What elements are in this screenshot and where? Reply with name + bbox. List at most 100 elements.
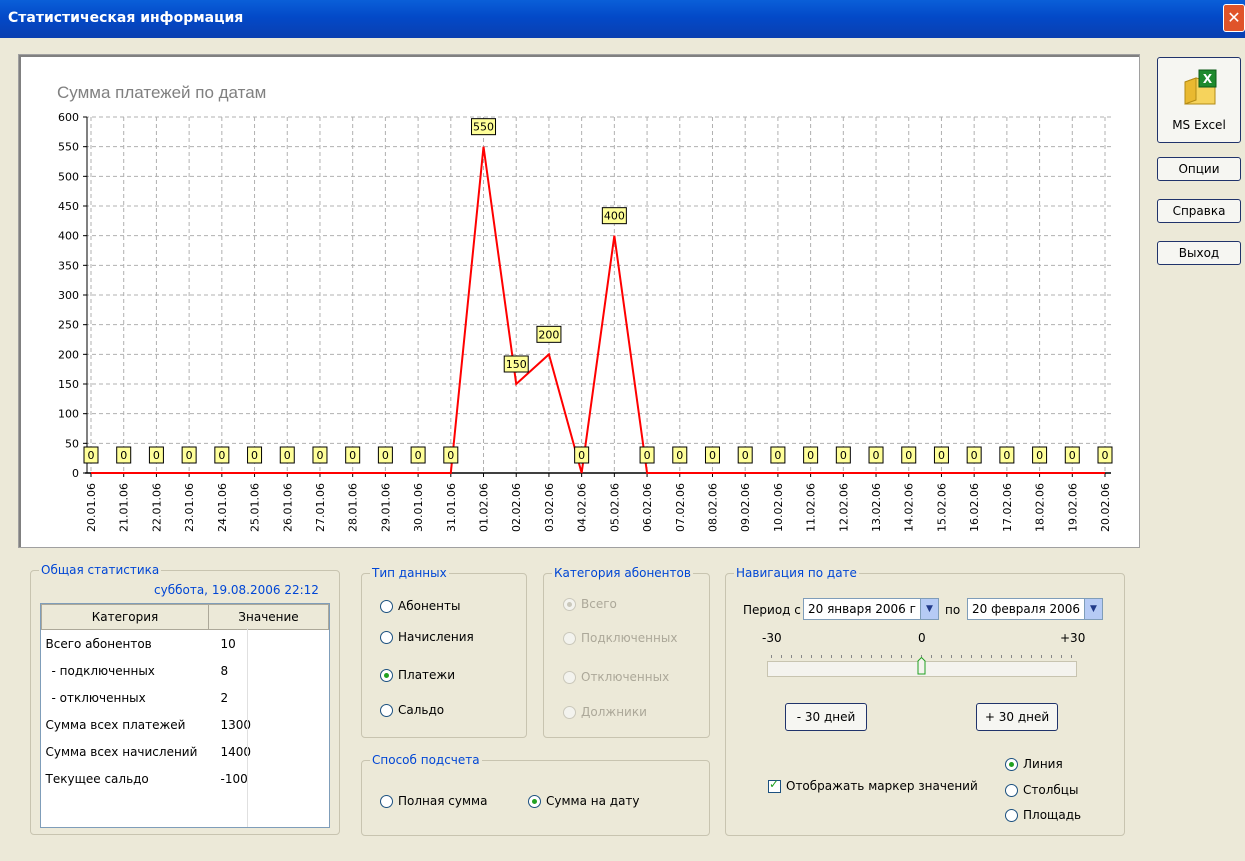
svg-text:X: X — [1203, 72, 1213, 86]
x-tick-label: 05.02.06 — [608, 483, 621, 532]
data-label: 0 — [186, 449, 193, 462]
table-row[interactable]: Сумма всех начислений 1400 — [42, 738, 329, 765]
general-stats-title: Общая статистика — [39, 563, 162, 577]
data-label: 0 — [1003, 449, 1010, 462]
data-label: 0 — [774, 449, 781, 462]
show-marker-label: Отображать маркер значений — [786, 779, 978, 793]
table-row[interactable]: Всего абонентов 10 — [42, 630, 329, 658]
slider-tick — [1061, 655, 1062, 658]
radio-sum-on-date[interactable]: Сумма на дату — [528, 794, 640, 808]
x-tick-label: 20.01.06 — [85, 483, 98, 532]
radio-icon — [380, 703, 393, 717]
radio-balance[interactable]: Сальдо — [380, 703, 444, 717]
radio-connected[interactable]: Подключенных — [563, 631, 677, 645]
chevron-down-icon[interactable]: ▼ — [920, 599, 938, 619]
radio-view-area[interactable]: Площадь — [1005, 808, 1081, 822]
radio-charges[interactable]: Начисления — [380, 630, 474, 644]
y-tick-label: 350 — [58, 259, 79, 272]
radio-icon — [380, 630, 393, 644]
radio-debtors[interactable]: Должники — [563, 705, 647, 719]
radio-view-line[interactable]: Линия — [1005, 757, 1063, 771]
exit-button[interactable]: Выход — [1157, 241, 1241, 265]
x-tick-label: 11.02.06 — [805, 483, 818, 532]
radio-disconnected[interactable]: Отключенных — [563, 670, 669, 684]
x-tick-label: 16.02.06 — [968, 483, 981, 532]
slider-tick — [901, 655, 902, 658]
chart-title: Сумма платежей по датам — [57, 83, 266, 102]
slider-tick — [1001, 655, 1002, 658]
table-row[interactable]: - подключенных 8 — [42, 657, 329, 684]
col-header-value[interactable]: Значение — [208, 604, 329, 630]
help-button[interactable]: Справка — [1157, 199, 1241, 223]
x-tick-label: 17.02.06 — [1001, 483, 1014, 532]
slider-tick — [911, 655, 912, 658]
row-label: - отключенных — [51, 690, 146, 705]
x-tick-label: 01.02.06 — [478, 483, 491, 532]
date-nav-title: Навигация по дате — [734, 566, 859, 580]
x-tick-label: 25.01.06 — [249, 483, 262, 532]
row-value: 8 — [220, 663, 229, 678]
excel-icon: X — [1184, 69, 1217, 105]
radio-label: Столбцы — [1023, 783, 1079, 797]
x-tick-label: 30.01.06 — [412, 483, 425, 532]
date-from-picker[interactable]: 20 января 2006 г ▼ — [803, 598, 939, 620]
x-tick-label: 24.01.06 — [216, 483, 229, 532]
date-to-picker[interactable]: 20 февраля 2006 г ▼ — [967, 598, 1103, 620]
chevron-down-icon[interactable]: ▼ — [1084, 599, 1102, 619]
slider-thumb[interactable] — [917, 657, 926, 675]
y-tick-label: 200 — [58, 348, 79, 361]
data-label: 0 — [807, 449, 814, 462]
show-marker-checkbox[interactable]: Отображать маркер значений — [768, 777, 978, 793]
radio-all[interactable]: Всего — [563, 597, 617, 611]
title-bar: Статистическая информация ✕ — [0, 0, 1245, 38]
row-label: Сумма всех начислений — [45, 744, 198, 759]
data-label: 0 — [676, 449, 683, 462]
x-tick-label: 06.02.06 — [641, 483, 654, 532]
data-label: 0 — [873, 449, 880, 462]
radio-subscribers[interactable]: Абоненты — [380, 599, 461, 613]
data-label: 0 — [578, 449, 585, 462]
x-tick-label: 18.02.06 — [1034, 483, 1047, 532]
data-label: 150 — [506, 358, 527, 371]
date-to-value: 20 февраля 2006 г — [972, 602, 1091, 616]
table-row[interactable]: - отключенных 2 — [42, 684, 329, 711]
y-tick-label: 500 — [58, 170, 79, 183]
data-label: 400 — [604, 210, 625, 223]
radio-label: Должники — [581, 705, 647, 719]
slider-min-label: -30 — [762, 631, 782, 645]
minus-30-days-button[interactable]: - 30 дней — [785, 703, 867, 731]
radio-icon — [1005, 783, 1018, 797]
close-button[interactable]: ✕ — [1223, 4, 1245, 32]
chart-panel: Сумма платежей по датам 0 50 100 150 200 250 30… — [18, 54, 1140, 548]
row-label: Всего абонентов — [45, 636, 152, 651]
data-label: 0 — [709, 449, 716, 462]
slider-tick — [811, 655, 812, 658]
data-label: 0 — [88, 449, 95, 462]
data-label: 0 — [1036, 449, 1043, 462]
x-tick-label: 19.02.06 — [1066, 483, 1079, 532]
x-tick-label: 29.01.06 — [379, 483, 392, 532]
x-tick-label: 21.01.06 — [118, 483, 131, 532]
data-label: 0 — [971, 449, 978, 462]
table-row[interactable]: Текущее сальдо -100 — [42, 765, 329, 792]
data-label: 0 — [218, 449, 225, 462]
radio-payments[interactable]: Платежи — [380, 668, 455, 682]
ms-excel-button[interactable]: X MS Excel — [1157, 57, 1241, 143]
options-button[interactable]: Опции — [1157, 157, 1241, 181]
table-row[interactable]: Сумма всех платежей 1300 — [42, 711, 329, 738]
slider-tick — [981, 655, 982, 658]
col-header-category[interactable]: Категория — [41, 604, 209, 630]
plus-30-days-button[interactable]: + 30 дней — [976, 703, 1058, 731]
radio-view-columns[interactable]: Столбцы — [1005, 783, 1078, 797]
data-label: 0 — [644, 449, 651, 462]
radio-icon — [563, 705, 576, 719]
radio-label: Линия — [1023, 757, 1063, 771]
data-label: 200 — [538, 328, 559, 341]
data-label: 0 — [742, 449, 749, 462]
row-value: 1400 — [220, 744, 252, 759]
row-value: 2 — [220, 690, 229, 705]
period-from-label: Период с — [743, 603, 801, 617]
radio-full-sum[interactable]: Полная сумма — [380, 794, 487, 808]
y-tick-label: 450 — [58, 200, 79, 213]
row-value: -100 — [220, 771, 248, 786]
